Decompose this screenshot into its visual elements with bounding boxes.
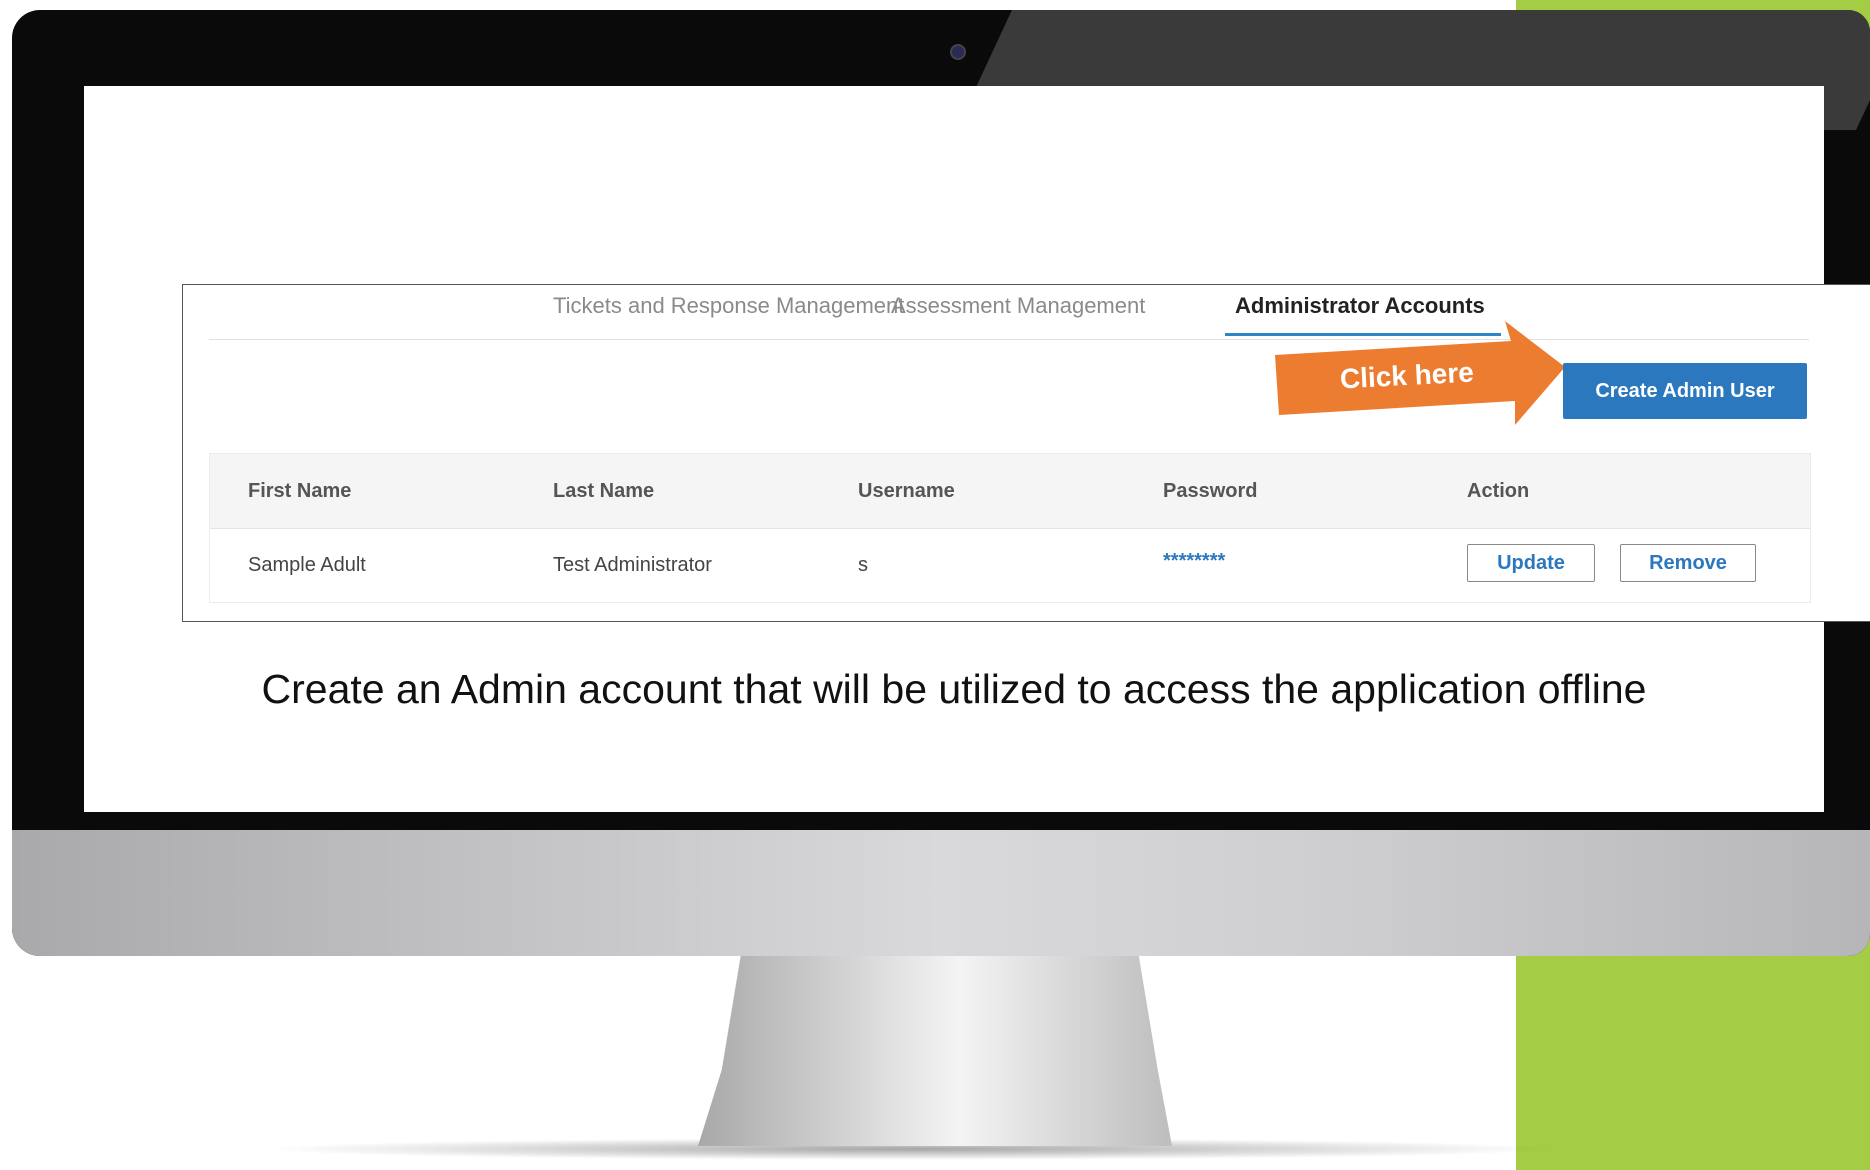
- click-here-arrow: Click here: [1275, 321, 1565, 425]
- monitor-screen: Tickets and Response Management Assessme…: [84, 86, 1870, 812]
- column-header-first-name: First Name: [248, 480, 352, 502]
- cell-first-name: Sample Adult: [248, 554, 366, 576]
- column-header-last-name: Last Name: [553, 480, 655, 502]
- remove-button[interactable]: Remove: [1620, 544, 1756, 582]
- cell-password: ********: [1163, 550, 1226, 572]
- tab-tickets-and-response-management[interactable]: Tickets and Response Management: [553, 293, 904, 319]
- admin-accounts-table: First Name Last Name Username Password A…: [209, 453, 1811, 603]
- admin-accounts-panel: Tickets and Response Management Assessme…: [182, 284, 1870, 622]
- cell-username: s: [858, 554, 868, 576]
- caption-text: Create an Admin account that will be uti…: [261, 666, 1647, 712]
- cell-last-name: Test Administrator: [553, 554, 712, 576]
- monitor-frame: Tickets and Response Management Assessme…: [12, 10, 1870, 956]
- column-header-username: Username: [858, 480, 955, 502]
- column-header-action: Action: [1467, 480, 1530, 502]
- monitor-stand: [698, 956, 1172, 1146]
- camera-icon: [950, 44, 966, 60]
- tab-bar: Tickets and Response Management Assessme…: [209, 285, 1809, 340]
- table-header: First Name Last Name Username Password A…: [210, 454, 1810, 529]
- update-button[interactable]: Update: [1467, 544, 1595, 582]
- column-header-password: Password: [1163, 480, 1258, 502]
- monitor-chin: [12, 830, 1870, 956]
- create-admin-user-button[interactable]: Create Admin User: [1563, 363, 1807, 419]
- tab-assessment-management[interactable]: Assessment Management: [891, 293, 1145, 319]
- tab-administrator-accounts[interactable]: Administrator Accounts: [1235, 293, 1485, 319]
